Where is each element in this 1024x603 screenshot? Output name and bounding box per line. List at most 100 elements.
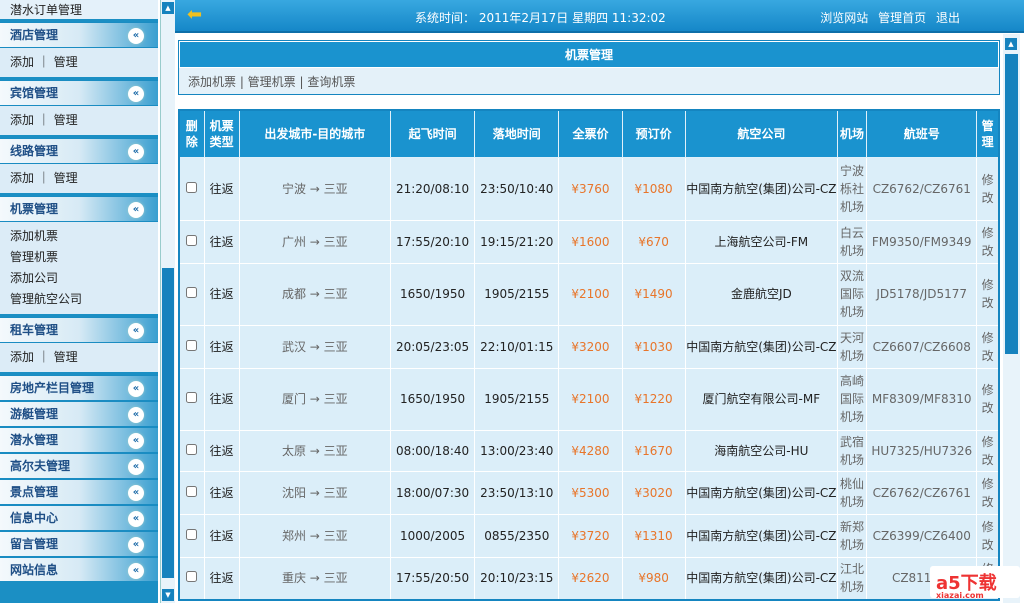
cell-arr: 23:50/10:40 [474, 156, 560, 221]
scroll-up-icon[interactable]: ▲ [162, 2, 174, 14]
collapse-chevron-icon[interactable]: « [128, 511, 144, 527]
table-row: 往返 厦门 → 三亚 1650/1950 1905/2155 ¥2100 ¥1220 厦门航… [178, 367, 1000, 431]
panel-ops[interactable]: 添加机票 | 管理机票 | 查询机票 [179, 68, 999, 95]
link-logout[interactable]: 退出 [936, 11, 960, 25]
scroll-up-icon[interactable]: ▲ [1005, 38, 1017, 50]
scroll-down-icon[interactable]: ▼ [162, 589, 174, 601]
collapse-chevron-icon[interactable]: « [128, 537, 144, 553]
sidebar-section-header[interactable]: 宾馆管理 « [0, 80, 158, 106]
back-arrow-icon[interactable]: ⬅ [187, 6, 202, 24]
cell-full: ¥5300 [558, 470, 623, 515]
delete-checkbox[interactable] [186, 571, 198, 583]
cell-arr: 19:15/21:20 [474, 219, 560, 264]
collapse-chevron-icon[interactable]: « [128, 407, 144, 423]
sidebar-section-title: 信息中心 [10, 511, 59, 525]
sidebar-link[interactable]: 添加公司 [10, 268, 148, 289]
cell-full: ¥3760 [558, 156, 623, 221]
edit-link[interactable]: 修改 [976, 262, 1000, 326]
collapse-chevron-icon[interactable]: « [128, 459, 144, 475]
table-row: 往返 重庆 → 三亚 17:55/20:50 20:10/23:15 ¥2620 ¥980… [178, 556, 1000, 601]
sidebar-section-header[interactable]: 潜水管理 « [0, 427, 158, 453]
sidebar-item-dive-orders[interactable]: 潜水订单管理 [0, 0, 158, 22]
cell-airline: 中国南方航空(集团)公司-CZ [684, 470, 839, 515]
edit-link[interactable]: 修改 [976, 156, 1000, 221]
sidebar-link[interactable]: 添加 ｜ 管理 [10, 347, 148, 368]
delete-checkbox[interactable] [186, 181, 198, 193]
sidebar-link[interactable]: 添加 ｜ 管理 [10, 168, 148, 189]
delete-checkbox[interactable] [186, 528, 198, 540]
delete-checkbox[interactable] [186, 485, 198, 497]
sidebar-link[interactable]: 添加机票 [10, 226, 148, 247]
edit-link[interactable]: 修改 [976, 324, 1000, 369]
cell-arr: 23:50/13:10 [474, 470, 560, 515]
cell-route: 武汉 → 三亚 [238, 324, 391, 369]
sidebar-section-header[interactable]: 高尔夫管理 « [0, 453, 158, 479]
collapse-chevron-icon[interactable]: « [128, 144, 144, 160]
sidebar-section-title: 线路管理 [10, 144, 59, 158]
delete-cell [178, 219, 205, 264]
main-scrollbar[interactable]: ▲ [1003, 34, 1020, 603]
cell-route: 厦门 → 三亚 [238, 367, 391, 431]
table-row: 往返 成都 → 三亚 1650/1950 1905/2155 ¥2100 ¥1490 金鹿航… [178, 262, 1000, 326]
scrollbar-thumb[interactable] [1005, 54, 1018, 354]
collapse-chevron-icon[interactable]: « [128, 202, 144, 218]
cell-dep: 20:05/23:05 [389, 324, 476, 369]
collapse-chevron-icon[interactable]: « [128, 433, 144, 449]
sidebar-section-header[interactable]: 信息中心 « [0, 505, 158, 531]
edit-link[interactable]: 修改 [976, 219, 1000, 264]
sidebar-section-header[interactable]: 线路管理 « [0, 138, 158, 164]
delete-checkbox[interactable] [186, 339, 198, 351]
collapse-chevron-icon[interactable]: « [128, 323, 144, 339]
link-browse-site[interactable]: 浏览网站 [820, 11, 868, 25]
sidebar-section-header[interactable]: 酒店管理 « [0, 22, 158, 48]
cell-arr: 22:10/01:15 [474, 324, 560, 369]
sidebar-link[interactable]: 添加 ｜ 管理 [10, 52, 148, 73]
edit-link[interactable]: 修改 [976, 470, 1000, 515]
sidebar-scrollbar[interactable]: ▲ ▼ [160, 0, 175, 603]
system-time: 系统时间： 2011年2月17日 星期四 11:32:02 [415, 11, 666, 25]
cell-arr: 20:10/23:15 [474, 556, 560, 601]
sidebar-link[interactable]: 管理航空公司 [10, 289, 148, 310]
collapse-chevron-icon[interactable]: « [128, 485, 144, 501]
sidebar-section-header[interactable]: 租车管理 « [0, 317, 158, 343]
delete-checkbox[interactable] [186, 443, 198, 455]
collapse-chevron-icon[interactable]: « [128, 381, 144, 397]
cell-flight: CZ6607/CZ6608 [866, 324, 978, 369]
cell-airline: 金鹿航空JD [684, 262, 839, 326]
sidebar-link[interactable]: 添加 ｜ 管理 [10, 110, 148, 131]
delete-checkbox[interactable] [186, 234, 198, 246]
sidebar-section-header[interactable]: 机票管理 « [0, 196, 158, 222]
sidebar-section-header[interactable]: 留言管理 « [0, 531, 158, 557]
delete-cell [178, 513, 205, 558]
sidebar-section-header[interactable]: 游艇管理 « [0, 401, 158, 427]
cell-full: ¥1600 [558, 219, 623, 264]
cell-arr: 13:00/23:40 [474, 429, 560, 472]
scrollbar-thumb[interactable] [162, 268, 174, 578]
collapse-chevron-icon[interactable]: « [128, 563, 144, 579]
column-header: 预订价 [621, 109, 686, 158]
cell-book: ¥1490 [621, 262, 686, 326]
sidebar-section-title: 酒店管理 [10, 28, 59, 42]
cell-route: 重庆 → 三亚 [238, 556, 391, 601]
delete-cell [178, 556, 205, 601]
sidebar-section-header[interactable]: 景点管理 « [0, 479, 158, 505]
sidebar-section-title: 景点管理 [10, 485, 59, 499]
main-content: 机票管理 添加机票 | 管理机票 | 查询机票 删除 机票类型 出发城市-目的城市起… [178, 40, 1000, 603]
edit-link[interactable]: 修改 [976, 429, 1000, 472]
sidebar-link[interactable]: 管理机票 [10, 247, 148, 268]
cell-dep: 1650/1950 [389, 262, 476, 326]
edit-link[interactable]: 修改 [976, 513, 1000, 558]
collapse-chevron-icon[interactable]: « [128, 86, 144, 102]
cell-route: 郑州 → 三亚 [238, 513, 391, 558]
cell-dep: 1650/1950 [389, 367, 476, 431]
edit-link[interactable]: 修改 [976, 367, 1000, 431]
collapse-chevron-icon[interactable]: « [128, 28, 144, 44]
column-header: 起飞时间 [389, 109, 476, 158]
sidebar-section-header[interactable]: 房地产栏目管理 « [0, 375, 158, 401]
table-row: 往返 武汉 → 三亚 20:05/23:05 22:10/01:15 ¥3200 ¥103… [178, 324, 1000, 369]
delete-checkbox[interactable] [186, 392, 198, 403]
sidebar-section-header[interactable]: 网站信息 « [0, 557, 158, 583]
delete-checkbox[interactable] [186, 287, 198, 298]
cell-dep: 08:00/18:40 [389, 429, 476, 472]
link-admin-home[interactable]: 管理首页 [878, 11, 926, 25]
